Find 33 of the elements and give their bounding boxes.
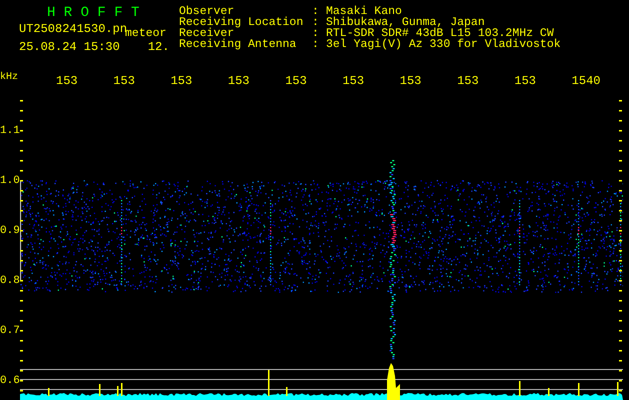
- frequency-tick-label: 153: [170, 76, 194, 87]
- frequency-tick-label: 153: [457, 76, 480, 87]
- frequency-tick-label: 153: [342, 76, 366, 87]
- info-value: 3el Yagi(V) Az 330 for Vladivostok: [326, 39, 561, 50]
- info-separator: :: [312, 6, 320, 17]
- frequency-tick-label: 153: [56, 76, 79, 87]
- count-label: 12.: [148, 42, 170, 53]
- frequency-tick-label: 153: [514, 76, 537, 87]
- timestamp: 25.08.24 15:30: [19, 42, 120, 53]
- amplitude-tick-label: 1.1: [0, 124, 20, 139]
- amplitude-tick-label: 0.7: [0, 324, 20, 339]
- amplitude-tick-label: 0.9: [0, 224, 20, 239]
- frequency-tick-label: 153: [285, 76, 308, 87]
- amplitude-tick-label: 1.0: [0, 174, 20, 189]
- frequency-tick-label: 153: [400, 76, 422, 87]
- info-separator: :: [312, 39, 320, 50]
- info-label: Receiver: [179, 28, 234, 39]
- info-separator: :: [312, 28, 320, 39]
- frequency-tick-label: 1540: [572, 76, 602, 87]
- mode-label: meteor: [125, 28, 166, 39]
- info-value: Shibukawa, Gunma, Japan: [326, 17, 485, 28]
- amplitude-tick-label: 0.6: [0, 374, 20, 389]
- info-label: Observer: [179, 6, 234, 17]
- app-logo: H R O F F T: [46, 6, 140, 20]
- frequency-tick-label: 153: [113, 76, 136, 87]
- info-value: RTL-SDR SDR# 43dB L15 103.2MHz CW: [326, 28, 554, 39]
- frequency-tick-label: 153: [228, 76, 250, 87]
- info-value: Masaki Kano: [326, 6, 402, 17]
- info-separator: :: [312, 17, 320, 28]
- amplitude-tick-label: 0.8: [0, 274, 20, 289]
- axis-unit: kHz: [0, 72, 18, 83]
- info-label: Receiving Antenna: [179, 39, 298, 50]
- info-label: Receiving Location: [179, 17, 304, 28]
